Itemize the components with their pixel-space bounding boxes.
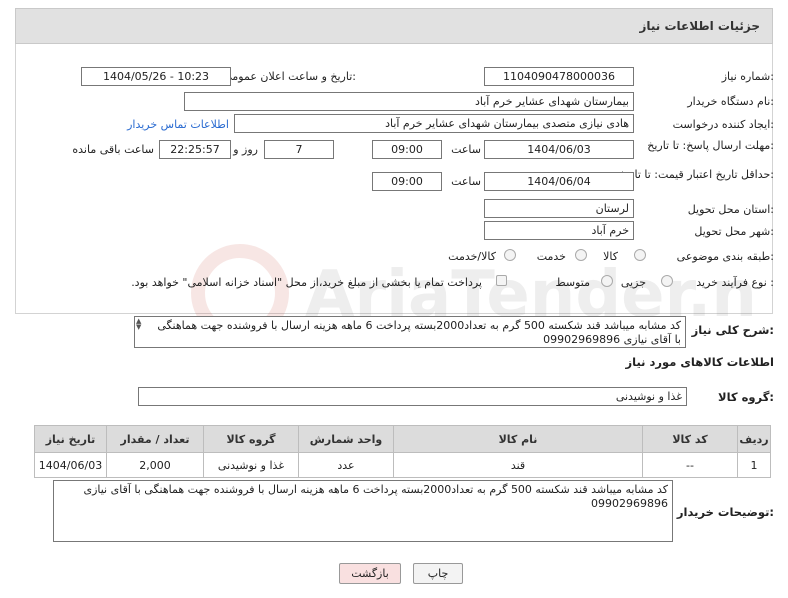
description-text: کد مشابه میباشد قند شکسته 500 گرم به تعد…: [157, 319, 681, 346]
cell-quantity: 2,000: [106, 452, 204, 478]
process-partial-radio[interactable]: [661, 275, 673, 287]
goods-group-label: گروه کالا:: [718, 390, 774, 404]
category-goods-label: کالا: [603, 250, 618, 263]
col-unit: واحد شمارش: [298, 425, 394, 453]
back-button[interactable]: بازگشت: [339, 563, 401, 584]
cell-group: غذا و نوشیدنی: [203, 452, 299, 478]
creator-field[interactable]: هادی نیازی متصدی بیمارستان شهدای عشایر خ…: [234, 114, 634, 133]
cell-name: قند: [393, 452, 643, 478]
buyer-notes-label: توضیحات خریدار:: [676, 505, 774, 519]
page-title: جزئیات اطلاعات نیاز: [639, 19, 760, 33]
category-service-label: خدمت: [536, 250, 566, 263]
description-textarea[interactable]: کد مشابه میباشد قند شکسته 500 گرم به تعد…: [134, 316, 686, 348]
remaining-label: ساعت باقی مانده: [72, 143, 154, 156]
deadline-date-field[interactable]: 1404/06/03: [484, 140, 634, 159]
buyer-label: نام دستگاه خریدار:: [687, 95, 774, 108]
description-label: شرح کلی نیاز:: [691, 323, 774, 337]
city-field[interactable]: خرم آباد: [484, 221, 634, 240]
col-quantity: تعداد / مقدار: [106, 425, 204, 453]
goods-group-field[interactable]: غذا و نوشیدنی: [138, 387, 687, 406]
announce-label: تاریخ و ساعت اعلان عمومی:: [223, 70, 356, 83]
category-both-radio[interactable]: [504, 249, 516, 261]
province-field[interactable]: لرستان: [484, 199, 634, 218]
treasury-payment-note: پرداخت تمام یا بخشی از مبلغ خرید،از محل …: [131, 276, 482, 289]
buyer-field[interactable]: بیمارستان شهدای عشایر خرم آباد: [184, 92, 634, 111]
province-label: استان محل تحویل:: [687, 203, 774, 216]
goods-table-header: ردیف کد کالا نام کالا واحد شمارش گروه کا…: [34, 425, 771, 453]
category-goods-radio[interactable]: [634, 249, 646, 261]
process-medium-radio[interactable]: [601, 275, 613, 287]
validity-time-field[interactable]: 09:00: [372, 172, 442, 191]
goods-section-title: اطلاعات کالاهای مورد نیاز: [625, 355, 774, 369]
buyer-notes-textarea[interactable]: کد مشابه میباشد قند شکسته 500 گرم به تعد…: [53, 480, 673, 542]
validity-date-field[interactable]: 1404/06/04: [484, 172, 634, 191]
validity-label: حداقل تاریخ اعتبار قیمت: تا تاریخ:: [619, 168, 774, 181]
deadline-time-label: ساعت: [451, 143, 481, 156]
creator-label: ایجاد کننده درخواست:: [672, 118, 774, 131]
cell-unit: عدد: [298, 452, 394, 478]
cell-date: 1404/06/03: [34, 452, 107, 478]
need-number-field[interactable]: 1104090478000036: [484, 67, 634, 86]
city-label: شهر محل تحویل:: [694, 225, 774, 238]
process-partial-label: جزیی: [620, 276, 646, 289]
cell-row: 1: [737, 452, 771, 478]
process-medium-label: متوسط: [555, 276, 590, 289]
category-service-radio[interactable]: [575, 249, 587, 261]
treasury-payment-checkbox[interactable]: [496, 275, 507, 286]
cell-code: --: [642, 452, 738, 478]
need-number-label: شماره نیاز:: [721, 70, 774, 83]
print-button[interactable]: چاپ: [413, 563, 463, 584]
goods-table: ردیف کد کالا نام کالا واحد شمارش گروه کا…: [34, 425, 771, 478]
announce-field[interactable]: 1404/05/26 - 10:23: [81, 67, 231, 86]
category-both-label: کالا/خدمت: [448, 250, 496, 263]
category-label: طبقه بندی موضوعی:: [676, 250, 774, 263]
buyer-notes-text: کد مشابه میباشد قند شکسته 500 گرم به تعد…: [83, 483, 668, 510]
days-field[interactable]: 7: [264, 140, 334, 159]
col-name: نام کالا: [393, 425, 643, 453]
buyer-contact-link[interactable]: اطلاعات تماس خریدار: [127, 118, 229, 131]
col-row: ردیف: [737, 425, 771, 453]
deadline-time-field[interactable]: 09:00: [372, 140, 442, 159]
col-group: گروه کالا: [203, 425, 299, 453]
table-row: 1 -- قند عدد غذا و نوشیدنی 2,000 1404/06…: [34, 452, 771, 478]
col-date: تاریخ نیاز: [34, 425, 107, 453]
col-code: کد کالا: [642, 425, 738, 453]
process-label: نوع فرآیند خرید :: [696, 276, 774, 289]
textarea-scroll-icon[interactable]: ▲ ▼: [136, 318, 146, 331]
remaining-time-field[interactable]: 22:25:57: [159, 140, 231, 159]
deadline-label: مهلت ارسال پاسخ: تا تاریخ:: [647, 139, 774, 152]
days-label: روز و: [233, 143, 258, 156]
validity-time-label: ساعت: [451, 175, 481, 188]
page-header: جزئیات اطلاعات نیاز: [15, 8, 773, 44]
